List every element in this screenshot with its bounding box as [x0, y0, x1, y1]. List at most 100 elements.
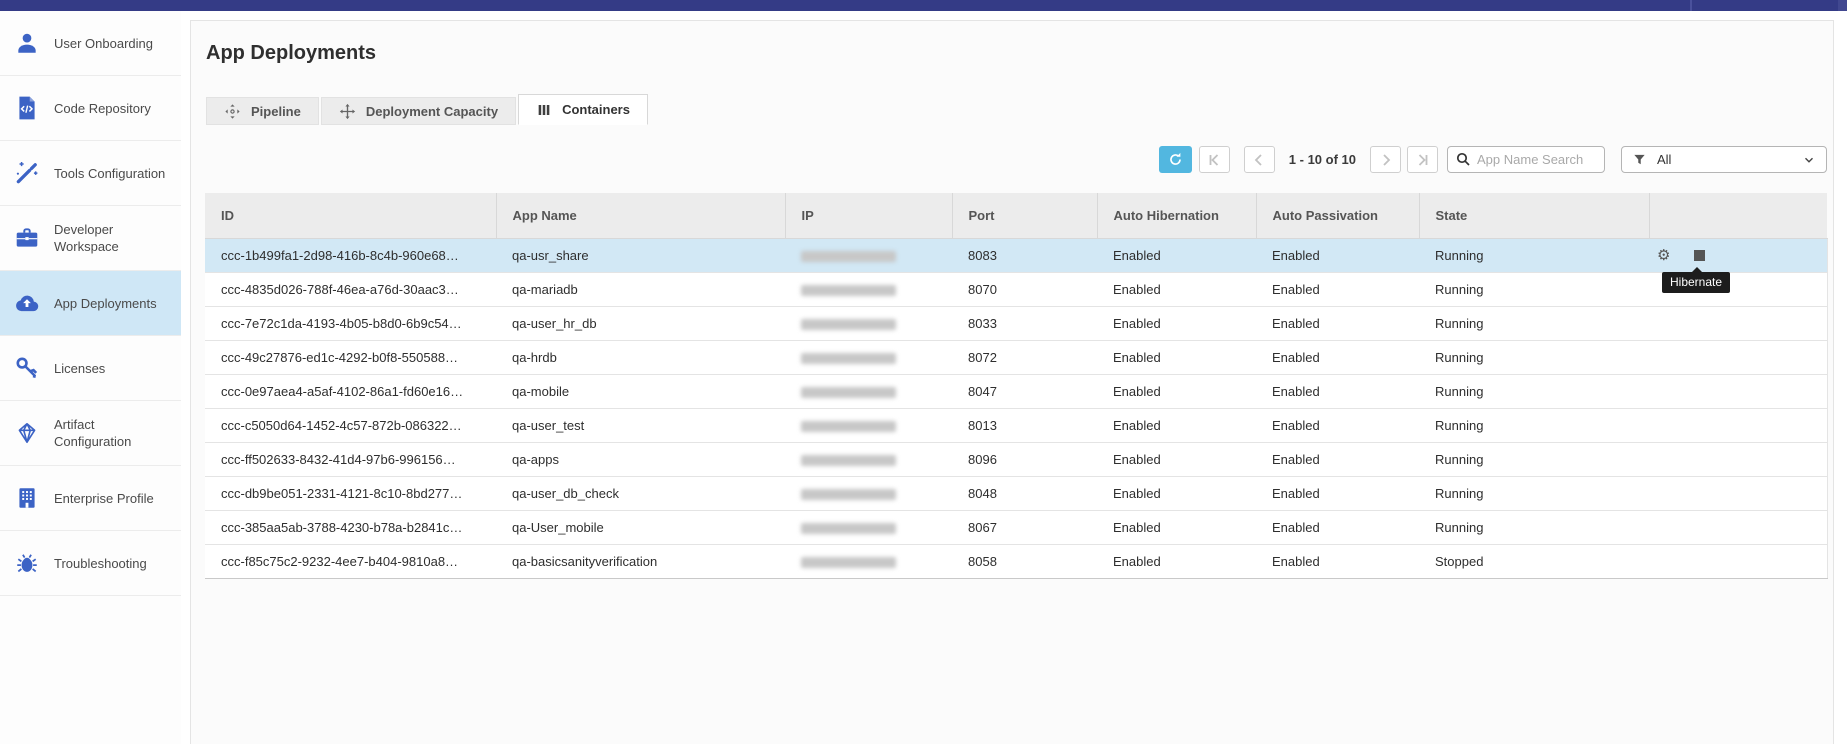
table-row[interactable]: ccc-db9be051-2331-4121-8c10-8bd277… qa-u… — [205, 476, 1827, 510]
cell-auto-passivation: Enabled — [1256, 306, 1419, 340]
cell-port: 8048 — [952, 476, 1097, 510]
cell-app-name: qa-user_test — [496, 408, 785, 442]
cell-ip — [785, 340, 952, 374]
table-row[interactable]: ccc-385aa5ab-3788-4230-b78a-b2841c… qa-U… — [205, 510, 1827, 544]
table-row[interactable]: ccc-c5050d64-1452-4c57-872b-086322… qa-u… — [205, 408, 1827, 442]
cell-auto-hibernation: Enabled — [1097, 238, 1256, 272]
sidebar-item-troubleshooting[interactable]: Troubleshooting — [0, 531, 181, 596]
tooltip-arrow-icon — [1692, 267, 1702, 272]
sidebar-item-label: User Onboarding — [54, 35, 174, 52]
building-icon — [14, 485, 40, 511]
cell-id: ccc-c5050d64-1452-4c57-872b-086322… — [205, 408, 496, 442]
cell-auto-hibernation: Enabled — [1097, 476, 1256, 510]
cell-app-name: qa-User_mobile — [496, 510, 785, 544]
tab-pipeline[interactable]: Pipeline — [206, 97, 319, 125]
table-row[interactable]: ccc-1b499fa1-2d98-416b-8c4b-960e68… qa-u… — [205, 238, 1827, 272]
cell-port: 8047 — [952, 374, 1097, 408]
filter-selected-value: All — [1657, 152, 1671, 167]
previous-page-button[interactable] — [1244, 146, 1275, 173]
sidebar-item-tools-configuration[interactable]: Tools Configuration — [0, 141, 181, 206]
next-page-button[interactable] — [1370, 146, 1401, 173]
cell-state: Running — [1419, 272, 1649, 306]
tab-label: Containers — [562, 102, 630, 117]
first-page-icon — [1206, 152, 1222, 168]
cell-port: 8013 — [952, 408, 1097, 442]
redacted-ip — [801, 285, 896, 296]
cell-app-name: qa-user_db_check — [496, 476, 785, 510]
cell-actions — [1649, 408, 1827, 442]
filter-dropdown[interactable]: All — [1621, 146, 1827, 173]
tooltip-label: Hibernate — [1670, 275, 1722, 289]
redacted-ip — [801, 455, 896, 466]
cell-ip — [785, 272, 952, 306]
hibernate-stop-icon[interactable] — [1694, 250, 1705, 261]
tab-deployment-capacity[interactable]: Deployment Capacity — [321, 97, 516, 125]
briefcase-icon — [14, 225, 40, 251]
sidebar-item-enterprise-profile[interactable]: Enterprise Profile — [0, 466, 181, 531]
last-page-button[interactable] — [1407, 146, 1438, 173]
first-page-button[interactable] — [1199, 146, 1230, 173]
sidebar-item-user-onboarding[interactable]: User Onboarding — [0, 11, 181, 76]
settings-gear-icon[interactable]: ⚙ — [1657, 247, 1673, 263]
cell-auto-hibernation: Enabled — [1097, 442, 1256, 476]
hibernate-tooltip: Hibernate — [1662, 272, 1730, 293]
previous-page-icon — [1251, 152, 1267, 168]
table-row[interactable]: ccc-4835d026-788f-46ea-a76d-30aac3… qa-m… — [205, 272, 1827, 306]
cell-app-name: qa-usr_share — [496, 238, 785, 272]
cell-auto-passivation: Enabled — [1256, 544, 1419, 578]
sidebar-item-licenses[interactable]: Licenses — [0, 336, 181, 401]
redacted-ip — [801, 353, 896, 364]
topbar-endcap — [1838, 0, 1847, 11]
sidebar-item-developer-workspace[interactable]: Developer Workspace — [0, 206, 181, 271]
cell-state: Running — [1419, 306, 1649, 340]
main-panel: App Deployments Pipeline Deployment Capa… — [190, 20, 1834, 744]
table-row[interactable]: ccc-ff502633-8432-41d4-97b6-996156… qa-a… — [205, 442, 1827, 476]
cell-auto-hibernation: Enabled — [1097, 272, 1256, 306]
cell-state: Running — [1419, 238, 1649, 272]
app-screen: User Onboarding Code Repository Tools Co… — [0, 0, 1847, 744]
table-row[interactable]: ccc-0e97aea4-a5af-4102-86a1-fd60e16… qa-… — [205, 374, 1827, 408]
cell-state: Running — [1419, 374, 1649, 408]
search-icon — [1455, 151, 1471, 167]
cell-app-name: qa-user_hr_db — [496, 306, 785, 340]
cell-id: ccc-49c27876-ed1c-4292-b0f8-550588… — [205, 340, 496, 374]
cell-id: ccc-385aa5ab-3788-4230-b78a-b2841c… — [205, 510, 496, 544]
redacted-ip — [801, 489, 896, 500]
sidebar-item-app-deployments[interactable]: App Deployments — [0, 271, 181, 336]
table-row[interactable]: ccc-49c27876-ed1c-4292-b0f8-550588… qa-h… — [205, 340, 1827, 374]
sidebar-item-label: Troubleshooting — [54, 555, 174, 572]
next-page-icon — [1378, 152, 1394, 168]
cell-auto-hibernation: Enabled — [1097, 544, 1256, 578]
sidebar-item-label: App Deployments — [54, 295, 174, 312]
pagination-range-label: 1 - 10 of 10 — [1289, 152, 1356, 167]
cloud-upload-icon — [14, 290, 40, 316]
cell-auto-hibernation: Enabled — [1097, 340, 1256, 374]
cell-auto-passivation: Enabled — [1256, 272, 1419, 306]
table-row[interactable]: ccc-7e72c1da-4193-4b05-b8d0-6b9c54… qa-u… — [205, 306, 1827, 340]
cell-app-name: qa-apps — [496, 442, 785, 476]
tab-containers[interactable]: Containers — [518, 94, 648, 125]
cell-auto-passivation: Enabled — [1256, 442, 1419, 476]
sidebar-item-code-repository[interactable]: Code Repository — [0, 76, 181, 141]
refresh-button[interactable] — [1159, 146, 1192, 173]
cell-app-name: qa-hrdb — [496, 340, 785, 374]
cell-ip — [785, 374, 952, 408]
cell-port: 8083 — [952, 238, 1097, 272]
cell-id: ccc-f85c75c2-9232-4ee7-b404-9810a8… — [205, 544, 496, 578]
cell-port: 8070 — [952, 272, 1097, 306]
sidebar-item-label: Code Repository — [54, 100, 174, 117]
sidebar-item-label: Tools Configuration — [54, 165, 174, 182]
redacted-ip — [801, 319, 896, 330]
cell-port: 8058 — [952, 544, 1097, 578]
cell-app-name: qa-basicsanityverification — [496, 544, 785, 578]
table-row[interactable]: ccc-f85c75c2-9232-4ee7-b404-9810a8… qa-b… — [205, 544, 1827, 578]
cell-auto-hibernation: Enabled — [1097, 306, 1256, 340]
cell-id: ccc-7e72c1da-4193-4b05-b8d0-6b9c54… — [205, 306, 496, 340]
user-icon — [14, 30, 40, 56]
cell-auto-hibernation: Enabled — [1097, 374, 1256, 408]
key-icon — [14, 355, 40, 381]
bug-icon — [14, 550, 40, 576]
cell-state: Running — [1419, 510, 1649, 544]
column-header-port: Port — [952, 193, 1097, 238]
sidebar-item-artifact-configuration[interactable]: Artifact Configuration — [0, 401, 181, 466]
